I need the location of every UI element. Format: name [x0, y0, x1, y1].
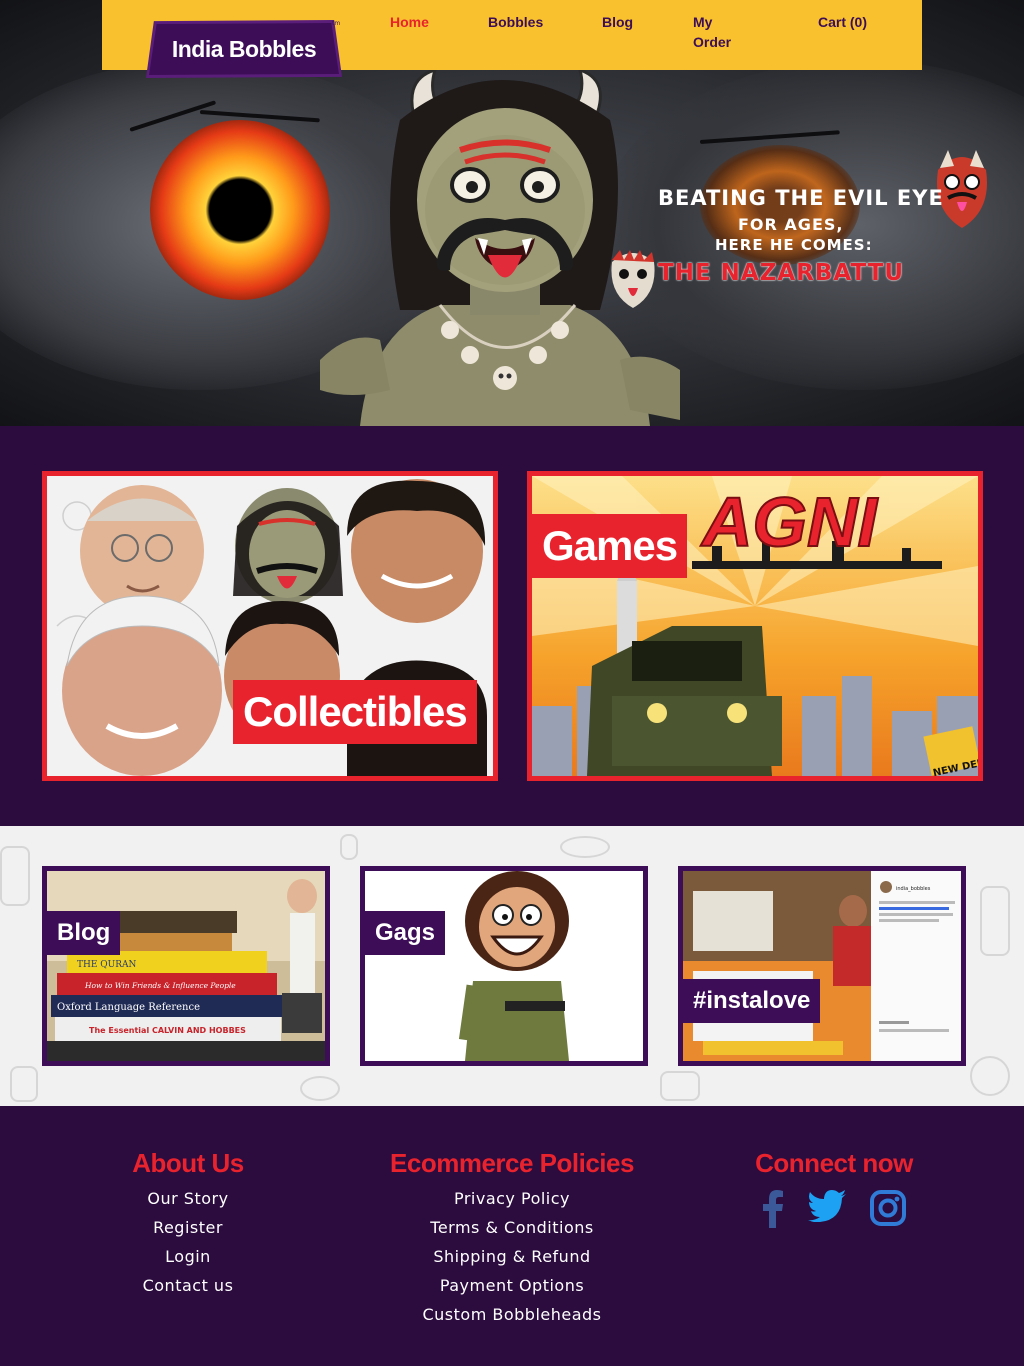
footer-about-title: About Us — [132, 1148, 244, 1178]
nav-my-order[interactable]: My Order — [693, 12, 731, 52]
trademark: tm — [332, 20, 341, 27]
footer-connect: Connect now — [734, 1146, 934, 1228]
twitter-icon[interactable] — [808, 1190, 846, 1222]
nav-my-order-line1: My — [693, 14, 713, 30]
book-title: THE QURAN — [77, 960, 137, 970]
nav-cart[interactable]: Cart (0) — [818, 12, 867, 32]
footer-link-shipping-refund[interactable]: Shipping & Refund — [362, 1242, 662, 1271]
feature-section: Collectibles NEW DELHI AGNI Games — [0, 426, 1024, 826]
instagram-username: india_bobbles — [896, 886, 931, 892]
nav-home[interactable]: Home — [390, 12, 429, 32]
book-title: The Essential CALVIN AND HOBBES — [89, 1026, 246, 1035]
nav-blog[interactable]: Blog — [602, 12, 633, 32]
hero-line-4: THE NAZARBATTU — [658, 260, 905, 286]
instalove-tile[interactable]: india_bobbles #instalove — [678, 866, 966, 1066]
footer-policies: Ecommerce Policies Privacy Policy Terms … — [362, 1146, 662, 1329]
collectibles-label: Collectibles — [233, 680, 477, 744]
brand-name: India Bobbles — [171, 35, 317, 62]
footer-link-register[interactable]: Register — [88, 1213, 288, 1242]
site-footer: About Us Our Story Register Login Contac… — [0, 1106, 1024, 1366]
collectibles-tile[interactable]: Collectibles — [42, 471, 498, 781]
footer-link-payment-options[interactable]: Payment Options — [362, 1271, 662, 1300]
games-label: Games — [532, 514, 688, 578]
instagram-icon[interactable] — [870, 1190, 906, 1226]
footer-link-our-story[interactable]: Our Story — [88, 1184, 288, 1213]
doodle — [560, 836, 610, 858]
doodle — [0, 846, 30, 906]
mini-section: THE QURAN How to Win Friends & Influence… — [0, 826, 1024, 1106]
book-title: Oxford Language Reference — [57, 1002, 200, 1013]
footer-link-custom-bobbleheads[interactable]: Custom Bobbleheads — [362, 1300, 662, 1329]
footer-policies-title: Ecommerce Policies — [390, 1148, 634, 1178]
book-title: How to Win Friends & Influence People — [84, 981, 236, 990]
site-header: India Bobbles tm Home Bobbles Blog My Or… — [102, 0, 922, 78]
footer-link-privacy-policy[interactable]: Privacy Policy — [362, 1184, 662, 1213]
footer-link-terms[interactable]: Terms & Conditions — [362, 1213, 662, 1242]
hero-tagline: BEATING THE EVIL EYE FOR AGES, HERE HE C… — [600, 150, 1000, 320]
gag-cartoon — [365, 871, 643, 1061]
doodle — [660, 1071, 700, 1101]
doodle — [980, 886, 1010, 956]
blog-label: Blog — [47, 911, 121, 955]
nav-bobbles[interactable]: Bobbles — [488, 12, 543, 32]
doodle — [10, 1066, 38, 1102]
doodle — [300, 1076, 340, 1101]
doodle — [340, 834, 358, 860]
gags-tile[interactable]: Gags — [360, 866, 648, 1066]
blog-books-photo: THE QURAN How to Win Friends & Influence… — [47, 871, 325, 1061]
instalove-label: #instalove — [683, 979, 821, 1023]
games-tile[interactable]: NEW DELHI AGNI Games — [527, 471, 983, 781]
hero-line-1: BEATING THE EVIL EYE — [658, 186, 944, 210]
footer-link-login[interactable]: Login — [88, 1242, 288, 1271]
agni-title: AGNI — [700, 483, 879, 561]
gags-label: Gags — [365, 911, 446, 955]
nazar-mask-small-icon — [611, 250, 655, 308]
blog-tile[interactable]: THE QURAN How to Win Friends & Influence… — [42, 866, 330, 1066]
footer-link-contact-us[interactable]: Contact us — [88, 1271, 288, 1300]
instagram-post-preview: india_bobbles — [683, 871, 961, 1061]
footer-about: About Us Our Story Register Login Contac… — [88, 1146, 288, 1300]
social-links — [734, 1190, 934, 1228]
footer-connect-title: Connect now — [755, 1148, 913, 1178]
facebook-icon[interactable] — [762, 1190, 784, 1228]
hero-line-3: HERE HE COMES: — [715, 236, 873, 254]
brand-logo[interactable]: India Bobbles — [146, 20, 342, 78]
hero-line-2: FOR AGES, — [738, 215, 844, 234]
doodle — [970, 1056, 1010, 1096]
nav-my-order-line2: Order — [693, 34, 732, 50]
